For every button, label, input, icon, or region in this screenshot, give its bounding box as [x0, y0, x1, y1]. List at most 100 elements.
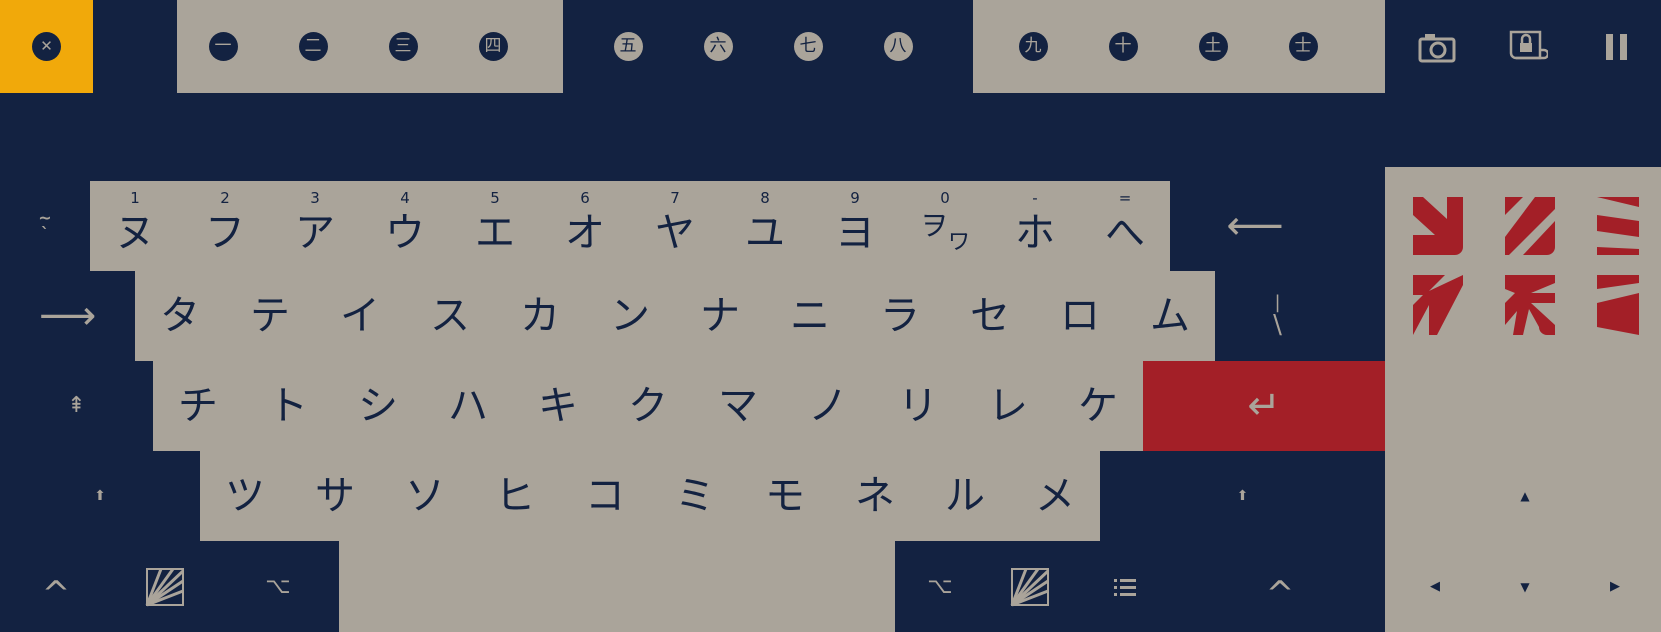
number-key-4[interactable]: 四: [457, 0, 529, 93]
shift-icon: ⬆: [1236, 488, 1249, 504]
kana-key-no[interactable]: ノ: [783, 361, 873, 451]
kana-key-ka[interactable]: カ: [495, 271, 585, 361]
kana-key-su[interactable]: ス: [405, 271, 495, 361]
kana-key-me[interactable]: メ: [1010, 451, 1100, 541]
number-key-6[interactable]: 六: [682, 0, 754, 93]
kana-key-ho[interactable]: -ホ: [990, 181, 1080, 271]
key-kana-label: ニ: [790, 293, 830, 339]
kana-key-n[interactable]: ン: [585, 271, 675, 361]
tilde-key[interactable]: ~ `: [0, 181, 90, 271]
backspace-key[interactable]: ⟵: [1170, 181, 1340, 271]
enter-icon: ↵: [1247, 383, 1281, 429]
number-key-3[interactable]: 三: [367, 0, 439, 93]
caps-lock-key[interactable]: ⇞: [0, 361, 153, 451]
kana-key-ya[interactable]: 7ヤ: [630, 181, 720, 271]
key-kana-label: リ: [898, 383, 938, 429]
kanji-three-icon: 三: [388, 32, 418, 61]
kana-key-hi[interactable]: ヒ: [470, 451, 560, 541]
lock-scroll-icon: [1509, 30, 1548, 59]
kana-key-ku[interactable]: ク: [603, 361, 693, 451]
arrow-left-icon: ◀: [1430, 579, 1440, 594]
number-key-9[interactable]: 九: [997, 0, 1069, 93]
kana-key-re[interactable]: レ: [963, 361, 1053, 451]
kana-key-ri[interactable]: リ: [873, 361, 963, 451]
kana-key-ko[interactable]: コ: [560, 451, 650, 541]
right-alt-key[interactable]: ⌥: [895, 541, 985, 632]
key-shift-label: -: [1032, 189, 1038, 207]
backslash-label: \: [1273, 310, 1282, 340]
pause-button[interactable]: [1577, 0, 1657, 93]
kana-key-ha[interactable]: ハ: [423, 361, 513, 451]
kana-key-te[interactable]: テ: [225, 271, 315, 361]
kana-key-se[interactable]: セ: [945, 271, 1035, 361]
kana-key-tsu[interactable]: ツ: [200, 451, 290, 541]
number-key-12[interactable]: 士: [1267, 0, 1339, 93]
kana-key-ro[interactable]: ロ: [1035, 271, 1125, 361]
kana-key-mu[interactable]: ム: [1125, 271, 1215, 361]
backslash-key[interactable]: | \: [1215, 271, 1340, 361]
arrow-up-key[interactable]: ▲: [1480, 451, 1570, 541]
kana-key-wo[interactable]: 0 ヲワ: [900, 181, 990, 271]
kana-key-yo[interactable]: 9ヨ: [810, 181, 900, 271]
kana-key-shi[interactable]: シ: [333, 361, 423, 451]
right-shift-key[interactable]: ⬆: [1100, 451, 1385, 541]
kana-key-o[interactable]: 6オ: [540, 181, 630, 271]
arrow-right-key[interactable]: ▶: [1570, 541, 1660, 632]
key-kana-label: タ: [160, 293, 200, 339]
kana-key-to[interactable]: ト: [243, 361, 333, 451]
kana-key-he[interactable]: = へ: [1080, 181, 1170, 271]
kana-key-a[interactable]: 3ア: [270, 181, 360, 271]
right-ctrl-key[interactable]: ^: [1175, 541, 1385, 632]
close-button[interactable]: ✕: [0, 0, 93, 93]
number-key-11[interactable]: 土: [1177, 0, 1249, 93]
kana-key-na[interactable]: ナ: [675, 271, 765, 361]
kana-key-u[interactable]: 4ウ: [360, 181, 450, 271]
key-kana-label: ツ: [225, 473, 265, 519]
number-key-2[interactable]: 二: [277, 0, 349, 93]
key-kana-label: レ: [988, 383, 1028, 429]
left-ctrl-key[interactable]: ^: [0, 541, 112, 632]
space-bar[interactable]: [339, 541, 895, 632]
key-kana-label: ク: [628, 383, 668, 429]
rising-sun-logo-icon: [1010, 567, 1050, 606]
kana-key-chi[interactable]: チ: [153, 361, 243, 451]
kana-key-mo[interactable]: モ: [740, 451, 830, 541]
kana-key-ke[interactable]: ケ: [1053, 361, 1143, 451]
kana-key-ra[interactable]: ラ: [855, 271, 945, 361]
kana-key-ne[interactable]: ネ: [830, 451, 920, 541]
kana-key-sa[interactable]: サ: [290, 451, 380, 541]
left-shift-key[interactable]: ⬆: [0, 451, 200, 541]
key-shift-label: 8: [760, 189, 770, 207]
tab-key[interactable]: ⟶: [0, 271, 135, 361]
kana-key-yu[interactable]: 8ユ: [720, 181, 810, 271]
kana-key-e[interactable]: 5エ: [450, 181, 540, 271]
number-key-10[interactable]: 十: [1087, 0, 1159, 93]
number-key-8[interactable]: 八: [862, 0, 934, 93]
scroll-lock-button[interactable]: [1487, 0, 1567, 93]
kana-key-i[interactable]: イ: [315, 271, 405, 361]
arrow-left-key[interactable]: ◀: [1390, 541, 1480, 632]
kana-key-ki[interactable]: キ: [513, 361, 603, 451]
number-key-7[interactable]: 七: [772, 0, 844, 93]
right-super-key[interactable]: [985, 541, 1075, 632]
left-super-key[interactable]: [112, 541, 217, 632]
kanji-six-icon: 六: [703, 32, 733, 61]
kana-key-ni[interactable]: ニ: [765, 271, 855, 361]
left-alt-key[interactable]: ⌥: [217, 541, 339, 632]
screenshot-button[interactable]: [1397, 0, 1477, 93]
key-kana-label: ヒ: [495, 473, 535, 519]
enter-key[interactable]: ↵: [1143, 361, 1385, 451]
kana-key-mi[interactable]: ミ: [650, 451, 740, 541]
kana-key-nu[interactable]: 1ヌ: [90, 181, 180, 271]
kana-key-ma[interactable]: マ: [693, 361, 783, 451]
menu-key[interactable]: [1075, 541, 1175, 632]
kana-key-so[interactable]: ソ: [380, 451, 470, 541]
kana-key-ta[interactable]: タ: [135, 271, 225, 361]
kana-key-ru[interactable]: ル: [920, 451, 1010, 541]
number-key-1[interactable]: 一: [187, 0, 259, 93]
key-shift-label: 2: [220, 189, 230, 207]
kana-key-fu[interactable]: 2フ: [180, 181, 270, 271]
kanji-twelve-icon: 士: [1288, 32, 1318, 61]
number-key-5[interactable]: 五: [592, 0, 664, 93]
arrow-down-key[interactable]: ▼: [1480, 541, 1570, 632]
